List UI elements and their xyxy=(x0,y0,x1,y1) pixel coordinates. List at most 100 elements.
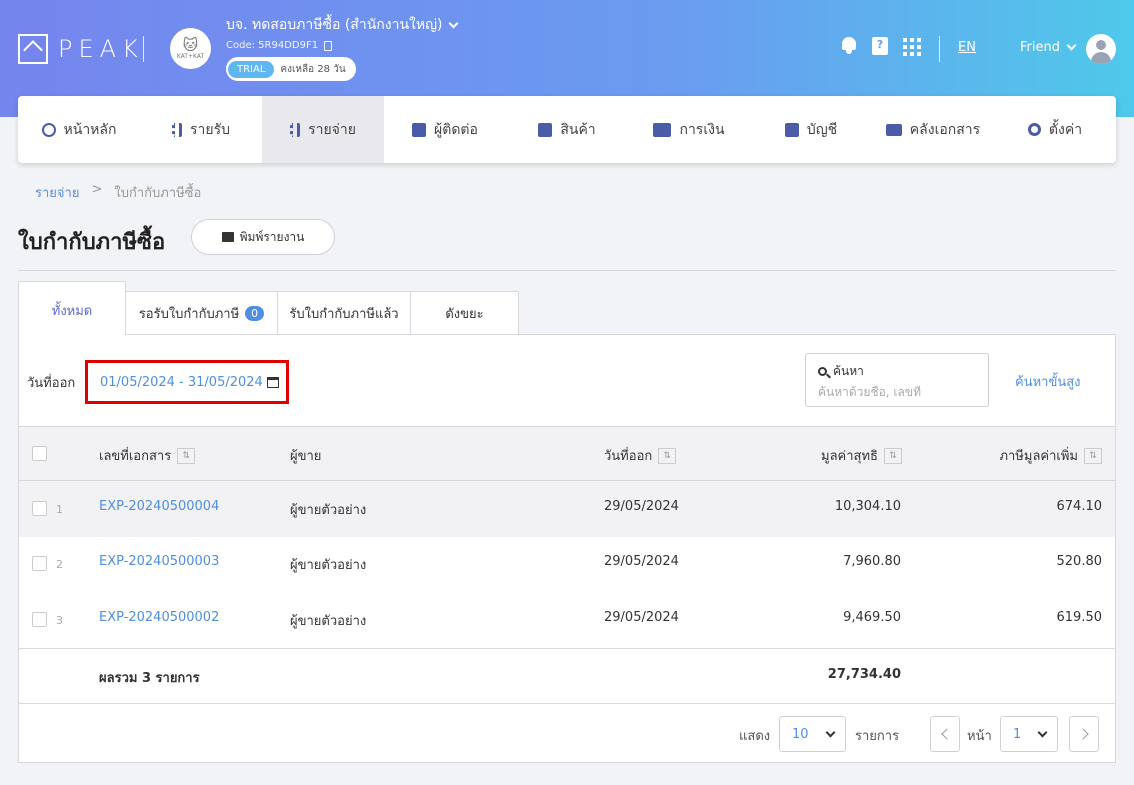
tab-draft[interactable]: ดังขยะ xyxy=(410,291,519,335)
nav-label: รายจ่าย xyxy=(308,121,356,138)
contacts-icon xyxy=(412,122,427,137)
tab-count-badge: 0 xyxy=(245,306,265,321)
ledger-book-icon xyxy=(784,122,799,137)
document-list-panel: วันที่ออก 01/05/2024 - 31/05/2024 ค้นหา … xyxy=(18,334,1116,763)
nav-item-products[interactable]: สินค้า xyxy=(506,96,628,163)
col-vat[interactable]: ภาษีมูลค่าเพิ่ม ⇅ xyxy=(999,445,1102,466)
page-select[interactable]: 1 xyxy=(1000,716,1058,752)
company-code: Code: 5R94DD9F1 xyxy=(226,40,319,51)
col-date[interactable]: วันที่ออก ⇅ xyxy=(604,445,677,466)
next-page-button[interactable] xyxy=(1069,716,1099,752)
product-box-icon xyxy=(538,122,553,137)
search-icon xyxy=(818,367,827,376)
calendar-icon xyxy=(266,376,279,388)
sort-icon[interactable]: ⇅ xyxy=(177,447,196,464)
tab-label: ดังขยะ xyxy=(445,307,484,322)
tab-all[interactable]: ทั้งหมด xyxy=(18,281,126,335)
nav-item-accounting[interactable]: บัญชี xyxy=(750,96,872,163)
page-label: หน้า xyxy=(967,729,992,744)
nav-item-finance[interactable]: การเงิน xyxy=(628,96,750,163)
breadcrumb-current: ใบกำกับภาษีซื้อ xyxy=(114,186,202,201)
bell-icon[interactable] xyxy=(840,36,858,54)
apps-grid-icon[interactable] xyxy=(903,38,921,56)
chevron-left-icon xyxy=(940,728,953,740)
nav-item-documents[interactable]: คลังเอกสาร xyxy=(872,96,994,163)
seller-name: ผู้ขายตัวอย่าง xyxy=(290,558,367,573)
company-switcher[interactable]: บจ. ทดสอบภาษีซื้อ (สำนักงานใหญ่) Code: 5… xyxy=(226,14,459,81)
folder-icon xyxy=(885,123,902,136)
nav-label: บัญชี xyxy=(806,121,838,138)
nav-item-expense[interactable]: รายจ่าย xyxy=(262,96,384,163)
chevron-down-icon[interactable] xyxy=(449,18,459,28)
seller-name: ผู้ขายตัวอย่าง xyxy=(290,614,367,629)
col-doc-no[interactable]: เลขที่เอกสาร ⇅ xyxy=(99,445,196,466)
issue-date: 29/05/2024 xyxy=(604,554,679,569)
col-label: มูลค่าสุทธิ xyxy=(821,449,878,464)
peak-logo[interactable]: PEAK xyxy=(18,34,144,64)
company-name: บจ. ทดสอบภาษีซื้อ (สำนักงานใหญ่) xyxy=(226,17,443,33)
row-checkbox[interactable] xyxy=(32,612,47,627)
col-label: ผู้ขาย xyxy=(290,449,322,464)
doc-no-link[interactable]: EXP-20240500003 xyxy=(99,554,219,569)
net-value: 9,469.50 xyxy=(843,610,901,625)
printer-icon xyxy=(221,232,234,242)
select-all-checkbox[interactable] xyxy=(32,446,47,461)
prev-page-button[interactable] xyxy=(930,716,960,752)
tab-received[interactable]: รับใบกำกับภาษีแล้ว xyxy=(277,291,411,335)
row-checkbox[interactable] xyxy=(32,556,47,571)
trial-badge: TRIAL xyxy=(228,60,275,78)
language-toggle[interactable]: EN xyxy=(958,40,976,55)
nav-label: คลังเอกสาร xyxy=(909,121,981,138)
nav-item-settings[interactable]: ตั้งค่า xyxy=(994,96,1116,163)
print-report-button[interactable]: พิมพ์รายงาน xyxy=(191,219,335,255)
total-row: ผลรวม 3 รายการ 27,734.40 xyxy=(19,648,1115,704)
table-row[interactable]: 3 EXP-20240500002 ผู้ขายตัวอย่าง 29/05/2… xyxy=(19,592,1115,648)
search-input[interactable] xyxy=(818,385,968,399)
table-row[interactable]: 1 EXP-20240500004 ผู้ขายตัวอย่าง 29/05/2… xyxy=(19,481,1115,537)
table-row[interactable]: 2 EXP-20240500003 ผู้ขายตัวอย่าง 29/05/2… xyxy=(19,536,1115,592)
nav-label: หน้าหลัก xyxy=(63,121,117,138)
row-checkbox[interactable] xyxy=(32,501,47,516)
sort-icon[interactable]: ⇅ xyxy=(1084,447,1102,464)
col-seller: ผู้ขาย xyxy=(290,445,321,466)
date-range-value: 01/05/2024 - 31/05/2024 xyxy=(100,374,263,390)
tab-label: รอรับใบกำกับภาษี xyxy=(138,307,240,322)
cat-logo-icon: 🐱 xyxy=(182,35,199,54)
help-book-icon[interactable]: ? xyxy=(872,37,888,55)
date-range-picker[interactable]: 01/05/2024 - 31/05/2024 xyxy=(85,360,289,404)
dashboard-icon xyxy=(41,122,56,137)
nav-item-income[interactable]: รายรับ xyxy=(140,96,262,163)
user-name: Friend xyxy=(1020,40,1060,55)
nav-item-contacts[interactable]: ผู้ติดต่อ xyxy=(384,96,506,163)
company-avatar[interactable]: 🐱 KAT+KAT xyxy=(170,28,211,69)
company-avatar-text: KAT+KAT xyxy=(176,52,205,60)
page-value: 1 xyxy=(1013,726,1022,742)
col-net[interactable]: มูลค่าสุทธิ ⇅ xyxy=(821,445,902,466)
sort-icon[interactable]: ⇅ xyxy=(658,447,677,464)
items-label: รายการ xyxy=(855,729,900,744)
vat-value: 619.50 xyxy=(1056,610,1103,625)
advanced-search-link[interactable]: ค้นหาขั้นสูง xyxy=(1015,371,1081,392)
chevron-down-icon xyxy=(1066,40,1077,51)
net-value: 10,304.10 xyxy=(834,499,901,514)
show-label: แสดง xyxy=(739,729,771,744)
copy-icon[interactable] xyxy=(324,40,333,51)
chevron-down-icon xyxy=(1037,727,1048,737)
doc-no-link[interactable]: EXP-20240500002 xyxy=(99,610,219,625)
income-icon xyxy=(172,122,182,137)
search-field[interactable]: ค้นหา xyxy=(805,353,989,407)
trial-remaining: คงเหลือ 28 วัน xyxy=(280,63,346,75)
vat-value: 674.10 xyxy=(1056,499,1103,514)
breadcrumb-parent[interactable]: รายจ่าย xyxy=(35,182,79,203)
col-label: วันที่ออก xyxy=(604,449,653,464)
user-avatar[interactable] xyxy=(1086,34,1116,64)
sort-icon[interactable]: ⇅ xyxy=(884,447,902,464)
trial-status: TRIAL คงเหลือ 28 วัน xyxy=(226,57,356,81)
user-menu[interactable]: Friend xyxy=(1020,40,1077,55)
page-size-select[interactable]: 10 xyxy=(779,716,846,752)
page-title: ใบกำกับภาษีซื้อ xyxy=(18,230,166,255)
col-label: เลขที่เอกสาร xyxy=(99,449,172,464)
doc-no-link[interactable]: EXP-20240500004 xyxy=(99,499,219,514)
nav-item-dashboard[interactable]: หน้าหลัก xyxy=(18,96,140,163)
tab-pending[interactable]: รอรับใบกำกับภาษี 0 xyxy=(125,291,278,335)
